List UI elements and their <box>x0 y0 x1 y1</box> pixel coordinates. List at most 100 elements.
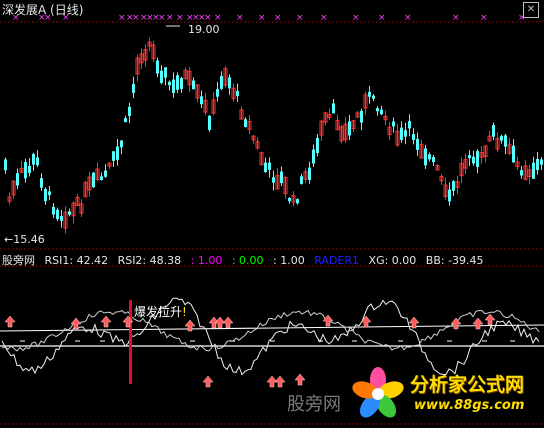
candle-down <box>432 157 435 163</box>
candle-down <box>192 80 195 90</box>
candle-down <box>272 177 275 183</box>
candle-down <box>360 110 363 123</box>
top-marker: × <box>236 13 244 23</box>
stock-name: 深发展A <box>2 3 47 17</box>
candle-down <box>128 106 131 116</box>
top-marker: × <box>176 13 184 23</box>
candle-down <box>348 121 351 136</box>
candle-down <box>40 178 43 188</box>
candle-down <box>540 159 543 165</box>
candle-down <box>92 172 95 188</box>
rsi2-value: RSI2: 48.38 <box>117 254 182 267</box>
candle-down <box>504 135 507 147</box>
candle-down <box>280 171 283 184</box>
candle-down <box>60 215 63 221</box>
candle-down <box>372 95 375 99</box>
candle-down <box>308 167 311 181</box>
top-marker: × <box>204 13 212 23</box>
candle-down <box>520 170 523 176</box>
watermark: 股旁网 <box>287 394 341 415</box>
top-marker: × <box>378 13 386 23</box>
candle-down <box>36 157 39 166</box>
top-marker: × <box>320 13 328 23</box>
top-marker: × <box>166 13 174 23</box>
candle-down <box>44 189 47 202</box>
candle-down <box>408 120 411 129</box>
top-marker: × <box>480 13 488 23</box>
candle-down <box>216 89 219 97</box>
indicator-signal-line <box>0 324 544 332</box>
up-arrow-icon <box>274 375 286 388</box>
candle-down <box>268 162 271 170</box>
candle-down <box>244 119 247 128</box>
candle-down <box>476 151 479 167</box>
candle-down <box>4 159 7 171</box>
candle-down <box>176 75 179 90</box>
candle-down <box>120 140 123 148</box>
signal-bar <box>129 300 132 384</box>
candle-down <box>368 91 371 97</box>
candle-down <box>180 78 183 89</box>
bb-value: BB: -39.45 <box>425 254 484 267</box>
candle-down <box>300 176 303 184</box>
top-marker: × <box>296 13 304 23</box>
candle-down <box>264 162 267 173</box>
indicator-header: 股旁网 RSI1: 42.42 RSI2: 48.38 : 1.00 : 0.0… <box>2 252 490 268</box>
up-arrow-icon <box>484 313 496 326</box>
top-marker: × <box>452 13 460 23</box>
top-marker: × <box>274 13 282 23</box>
candle-down <box>164 67 167 78</box>
candle-down <box>288 197 291 202</box>
candle-down <box>236 90 239 96</box>
up-arrow-icon <box>294 373 306 386</box>
up-arrow-icon <box>100 315 112 328</box>
candle-down <box>376 108 379 112</box>
rsi2-line <box>1 309 540 352</box>
candle-down <box>500 135 503 141</box>
candle-down <box>228 77 231 89</box>
close-x-icon[interactable]: ✕ <box>523 2 539 18</box>
candle-down <box>32 153 35 165</box>
candle-down <box>296 199 299 204</box>
candle-down <box>532 162 535 179</box>
candle-down <box>52 206 55 215</box>
top-marker: × <box>404 13 412 23</box>
candle-down <box>536 158 539 171</box>
candle-down <box>68 211 71 215</box>
xg-value: XG: 0.00 <box>368 254 417 267</box>
line2-value: : 0.00 <box>231 254 264 267</box>
warning-icon: ! <box>182 305 187 319</box>
candle-down <box>48 191 51 196</box>
candle-down <box>56 209 59 220</box>
candle-down <box>492 125 495 137</box>
up-arrow-icon <box>222 316 234 329</box>
top-marker: × <box>214 13 222 23</box>
logo-url[interactable]: www.88gs.com <box>414 398 524 413</box>
candle-down <box>124 118 127 123</box>
low-price-label: ←15.46 <box>4 233 45 246</box>
rsi1-value: RSI1: 42.42 <box>44 254 109 267</box>
candle-down <box>200 96 203 105</box>
candle-down <box>404 130 407 137</box>
rader-value: RADER1 <box>314 254 360 267</box>
candle-down <box>132 83 135 93</box>
chart-title: 深发展A (日线) <box>2 1 83 18</box>
candle-down <box>448 189 451 202</box>
candle-down <box>16 173 19 186</box>
candle-down <box>512 145 515 163</box>
candle-down <box>412 134 415 140</box>
candle-down <box>112 151 115 161</box>
signal-annotation: 爆发拉升! <box>134 303 187 320</box>
top-marker: × <box>132 13 140 23</box>
top-marker: × <box>158 13 166 23</box>
logo-title: 分析家公式网 <box>410 374 525 396</box>
candle-down <box>104 170 107 177</box>
candle-down <box>400 127 403 141</box>
chart-period: (日线) <box>50 3 84 17</box>
candle-down <box>428 154 431 160</box>
top-marker: × <box>118 13 126 23</box>
candle-down <box>208 115 211 131</box>
up-arrow-icon <box>360 315 372 328</box>
indicator-name[interactable]: 股旁网 <box>2 254 35 267</box>
high-price-label: 19.00 <box>188 23 220 36</box>
